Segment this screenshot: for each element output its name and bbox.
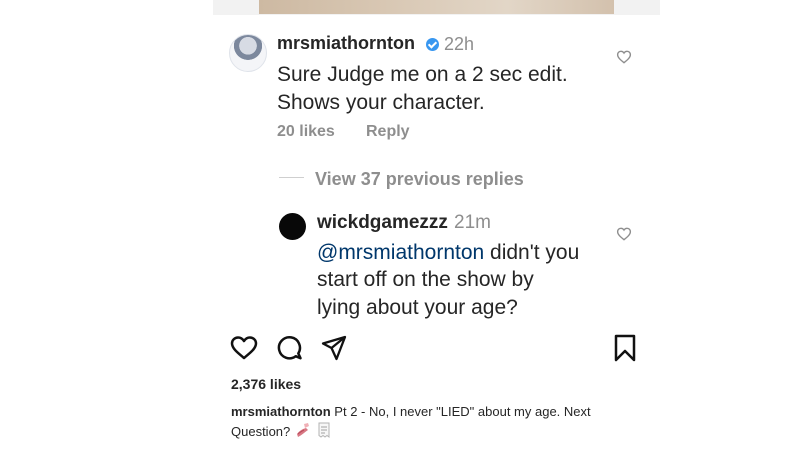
comment-username[interactable]: mrsmiathornton (277, 33, 415, 54)
view-replies-divider (279, 177, 304, 178)
avatar[interactable] (229, 34, 267, 72)
mention-link[interactable]: @mrsmiathornton (317, 241, 484, 264)
reply-text-line3: lying about your age? (317, 296, 518, 319)
view-previous-replies-button[interactable]: View 37 previous replies (315, 169, 524, 190)
comment-time: 22h (444, 34, 475, 54)
reply-username[interactable]: wickdgamezzz (317, 212, 448, 234)
post-image-bottom-edge (259, 0, 614, 14)
verified-badge-icon (426, 38, 439, 51)
receipt-icon (316, 421, 332, 444)
comment-text-line2: Shows your character. (277, 91, 485, 114)
send-icon[interactable] (321, 335, 347, 361)
reply-text-line1-rest: didn't you (484, 241, 580, 264)
caption-username[interactable]: mrsmiathornton (231, 404, 331, 419)
comment-icon[interactable] (277, 335, 303, 361)
bookmark-icon[interactable] (614, 334, 636, 362)
comment-like-count[interactable]: 20 likes (277, 123, 335, 141)
avatar[interactable] (279, 213, 306, 240)
post-like-count[interactable]: 2,376 likes (231, 376, 301, 392)
reply-button[interactable]: Reply (366, 123, 410, 141)
reply-time: 21m (454, 212, 491, 233)
post-caption: mrsmiathornton Pt 2 - No, I never "LIED"… (231, 403, 651, 444)
comment-like-heart-icon[interactable] (616, 50, 632, 64)
comment-text-line1: Sure Judge me on a 2 sec edit. (277, 63, 568, 86)
reply-text-line1: @mrsmiathornton didn't you (317, 238, 579, 267)
heart-icon[interactable] (230, 336, 258, 360)
nail-polish-icon (294, 421, 312, 444)
reply-like-heart-icon[interactable] (616, 227, 632, 241)
reply-text-line2: start off on the show by (317, 268, 534, 291)
